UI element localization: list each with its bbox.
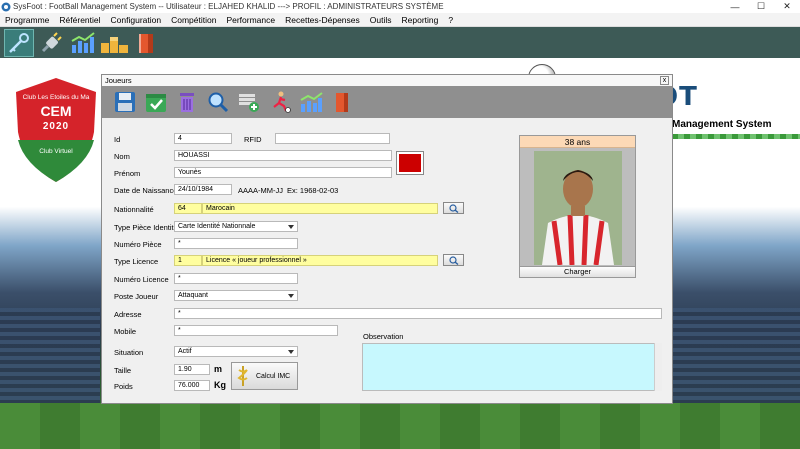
- key-icon: [9, 32, 29, 53]
- mobile-label: Mobile: [114, 327, 137, 336]
- exit-tool-button[interactable]: [132, 29, 162, 57]
- poste-select[interactable]: Attaquant: [174, 290, 298, 301]
- club-shield-logo: Club Les Etoiles du Ma CEM 2020 Club Vir…: [6, 70, 106, 190]
- taille-field[interactable]: 1.90: [174, 364, 210, 375]
- piece-num-field[interactable]: *: [174, 238, 298, 249]
- licence-num-field[interactable]: *: [174, 273, 298, 284]
- menu-help[interactable]: ?: [443, 15, 458, 25]
- stadium-pitch: [0, 403, 800, 449]
- rfid-field[interactable]: [275, 133, 390, 144]
- nom-field[interactable]: HOUASSI: [174, 150, 392, 161]
- stadium-stands-left: [0, 308, 100, 408]
- menu-performance[interactable]: Performance: [221, 15, 280, 25]
- dob-format-hint: AAAA-MM-JJ: [238, 186, 283, 195]
- prenom-label: Prénom: [114, 169, 141, 178]
- piece-type-label: Type Pièce Identité: [114, 223, 178, 232]
- situation-label: Situation: [114, 348, 144, 357]
- maximize-button[interactable]: ☐: [748, 0, 774, 13]
- menu-referentiel[interactable]: Référentiel: [54, 15, 105, 25]
- nationalite-code-field[interactable]: 64: [174, 203, 202, 214]
- poids-label: Poids: [114, 382, 133, 391]
- dob-field[interactable]: 24/10/1984: [174, 184, 232, 195]
- licence-search-button[interactable]: [443, 254, 464, 266]
- finance-tool-button[interactable]: [100, 29, 130, 57]
- taille-unit: m: [214, 364, 223, 374]
- situation-select[interactable]: Actif: [174, 346, 298, 357]
- poids-unit: Kg: [214, 380, 226, 390]
- menu-programme[interactable]: Programme: [0, 15, 54, 25]
- licence-type-field[interactable]: Licence « joueur professionnel »: [202, 255, 438, 266]
- observation-scrollbar[interactable]: [654, 343, 662, 391]
- window-title-bar: SysFoot : FootBall Management System -- …: [0, 0, 800, 13]
- piece-type-select[interactable]: Carte Identité Nationnale: [174, 221, 298, 232]
- menu-recettes-depenses[interactable]: Recettes-Dépenses: [280, 15, 365, 25]
- brand-subtitle: Management System: [672, 119, 772, 130]
- calcul-imc-label: Calcul IMC: [256, 372, 291, 380]
- club-name-bottom: Club Virtuel: [39, 148, 73, 155]
- observation-scroll-area: [362, 343, 662, 391]
- dob-label: Date de Naissance: [114, 186, 178, 195]
- player-age: 38 ans: [520, 136, 635, 148]
- magnifier-icon: [448, 255, 458, 265]
- nationalite-field[interactable]: Marocain: [202, 203, 438, 214]
- menu-outils[interactable]: Outils: [365, 15, 397, 25]
- poids-field[interactable]: 76.000: [174, 380, 210, 391]
- calcul-imc-button[interactable]: Calcul IMC: [231, 362, 298, 390]
- rfid-label: RFID: [244, 135, 262, 144]
- joueurs-dialog: Joueurs x Id 4 RFID Nom HOUASSI Prénom Y…: [101, 74, 673, 404]
- menu-reporting[interactable]: Reporting: [397, 15, 444, 25]
- mobile-field[interactable]: *: [174, 325, 338, 336]
- dob-example-hint: Ex: 1968-02-03: [287, 186, 339, 195]
- caduceus-icon: [237, 366, 248, 386]
- performance-tool-button[interactable]: [68, 29, 98, 57]
- poste-label: Poste Joueur: [114, 292, 159, 301]
- nationalite-label: Nationnalité: [114, 205, 154, 214]
- licence-code-field[interactable]: 1: [174, 255, 202, 266]
- plug-icon: [41, 31, 62, 52]
- player-color-swatch[interactable]: [396, 151, 424, 175]
- observation-label: Observation: [363, 332, 404, 341]
- plug-tool-button[interactable]: [36, 29, 66, 57]
- key-tool-button[interactable]: [4, 28, 34, 57]
- club-abbrev: CEM: [40, 103, 72, 119]
- club-name-top: Club Les Etoiles du Ma: [22, 94, 90, 101]
- licence-num-label: Numéro Licence: [114, 275, 169, 284]
- prenom-field[interactable]: Younès: [174, 167, 392, 178]
- close-button[interactable]: ✕: [774, 0, 800, 13]
- nationalite-search-button[interactable]: [443, 202, 464, 214]
- player-form: Id 4 RFID Nom HOUASSI Prénom Younès Date…: [102, 75, 672, 403]
- nom-label: Nom: [114, 152, 130, 161]
- magnifier-icon: [448, 203, 458, 213]
- menu-competition[interactable]: Compétition: [166, 15, 221, 25]
- menu-bar: Programme Référentiel Configuration Comp…: [0, 13, 800, 27]
- taille-label: Taille: [114, 366, 132, 375]
- brand-decoration: [672, 134, 800, 139]
- adresse-field[interactable]: *: [174, 308, 662, 319]
- id-field[interactable]: 4: [174, 133, 232, 144]
- menu-configuration[interactable]: Configuration: [106, 15, 167, 25]
- window-title: SysFoot : FootBall Management System -- …: [13, 2, 444, 11]
- app-icon: [1, 2, 11, 11]
- player-photo: [534, 151, 622, 265]
- charger-photo-button[interactable]: Charger: [519, 266, 636, 278]
- piece-num-label: Numéro Pièce: [114, 240, 162, 249]
- window-controls: — ☐ ✕: [722, 0, 800, 13]
- adresse-label: Adresse: [114, 310, 142, 319]
- main-toolbar: [0, 27, 800, 58]
- stadium-stands-right: [672, 308, 800, 408]
- licence-type-label: Type Licence: [114, 257, 159, 266]
- bar-chart-icon: [71, 31, 95, 53]
- club-year: 2020: [42, 121, 70, 132]
- minimize-button[interactable]: —: [722, 0, 748, 13]
- player-photo-panel: 38 ans: [519, 135, 636, 267]
- id-label: Id: [114, 135, 121, 144]
- stacked-chart-icon: [101, 36, 128, 53]
- exit-door-icon: [139, 33, 153, 53]
